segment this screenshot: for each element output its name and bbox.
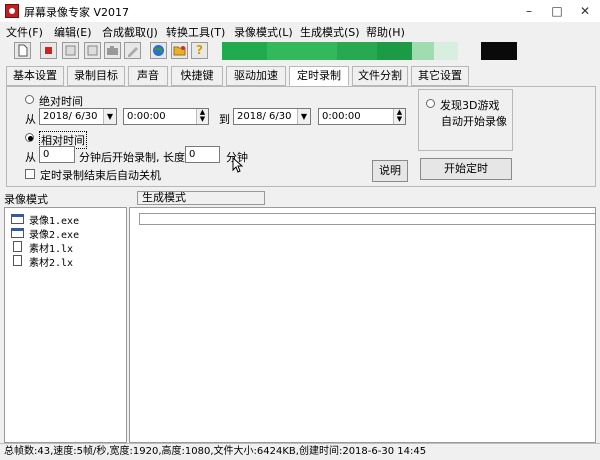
mouse-cursor-icon [232, 157, 244, 173]
menu-record-mode[interactable]: 录像模式(L) [234, 24, 293, 40]
pencil-icon[interactable] [124, 42, 141, 59]
document-icon [13, 241, 22, 252]
close-button[interactable]: ✕ [571, 0, 599, 22]
tab-basic-settings[interactable]: 基本设置 [6, 66, 64, 86]
rel-after-text: 分钟后开始录制, 长度 [79, 151, 185, 164]
record-mode-header: 录像模式 [4, 193, 48, 206]
chevron-down-icon[interactable]: ▼ [297, 109, 310, 124]
start-timer-button[interactable]: 开始定时 [420, 158, 512, 180]
window-icon[interactable] [62, 42, 79, 59]
record-icon[interactable] [40, 42, 57, 59]
menu-edit[interactable]: 编辑(E) [54, 24, 92, 40]
auto-record-label: 自动开始录像 [441, 115, 507, 128]
file-list-pane: 录像1.exe 录像2.exe 素材1.lx 素材2.lx [4, 207, 127, 443]
length-minutes-input[interactable]: 0 [185, 146, 220, 163]
help-icon[interactable]: ? [191, 42, 208, 59]
to-label: 到 [219, 113, 230, 126]
from-date-picker[interactable]: 2018/ 6/30 ▼ [39, 108, 117, 125]
tab-driver-accel[interactable]: 驱动加速 [226, 66, 286, 86]
auto-shutdown-label: 定时录制结束后自动关机 [40, 169, 161, 182]
exe-file-icon [11, 228, 24, 238]
generate-mode-pane [129, 207, 596, 443]
spinner-icon[interactable]: ▲ ▼ [196, 109, 208, 124]
from-time-input[interactable]: 0:00:00 ▲ ▼ [123, 108, 209, 125]
tab-record-target[interactable]: 录制目标 [67, 66, 125, 86]
absolute-time-radio[interactable] [25, 95, 34, 104]
tab-file-split[interactable]: 文件分割 [352, 66, 408, 86]
detect-3d-label: 发现3D游戏 [440, 99, 500, 112]
tab-other-settings[interactable]: 其它设置 [411, 66, 469, 86]
absolute-time-label: 绝对时间 [39, 95, 83, 108]
explain-button[interactable]: 说明 [372, 160, 408, 182]
minimize-button[interactable]: – [515, 0, 543, 22]
menu-convert[interactable]: 转换工具(T) [166, 24, 225, 40]
exe-file-icon [11, 214, 24, 224]
window-icon[interactable] [84, 42, 101, 59]
to-date-picker[interactable]: 2018/ 6/30 ▼ [233, 108, 311, 125]
folder-icon[interactable] [171, 42, 188, 59]
detect-3d-radio[interactable] [426, 99, 435, 108]
tab-hotkeys[interactable]: 快捷键 [171, 66, 223, 86]
tab-generate-mode[interactable]: 生成模式 [137, 191, 265, 205]
app-logo-icon [5, 4, 19, 18]
menu-bar: 文件(F) 编辑(E) 合成截取(J) 转换工具(T) 录像模式(L) 生成模式… [0, 22, 600, 40]
chevron-down-icon[interactable]: ▼ [103, 109, 116, 124]
menu-compose[interactable]: 合成截取(J) [102, 24, 158, 40]
tab-sound[interactable]: 声音 [128, 66, 168, 86]
menu-help[interactable]: 帮助(H) [366, 24, 405, 40]
spinner-icon[interactable]: ▲ ▼ [393, 109, 405, 124]
to-time-input[interactable]: 0:00:00 ▲ ▼ [318, 108, 406, 125]
auto-shutdown-checkbox[interactable] [25, 169, 35, 179]
maximize-button[interactable]: □ [543, 0, 571, 22]
menu-file[interactable]: 文件(F) [6, 24, 43, 40]
start-after-minutes-input[interactable]: 0 [39, 146, 75, 163]
new-file-icon[interactable] [14, 42, 31, 59]
camera-icon[interactable] [104, 42, 121, 59]
window-title: 屏幕录像专家 V2017 [24, 6, 130, 19]
globe-icon[interactable] [150, 42, 167, 59]
relative-time-radio[interactable] [25, 133, 34, 142]
from-label: 从 [25, 113, 36, 126]
generate-mode-field[interactable] [139, 213, 596, 225]
status-bar: 总帧数:43,速度:5帧/秒,宽度:1920,高度:1080,文件大小:6424… [0, 443, 600, 460]
document-icon [13, 255, 22, 266]
rel-from-label: 从 [25, 151, 36, 164]
recording-level-strip [222, 42, 458, 60]
preview-box [481, 42, 517, 60]
tab-timed-record[interactable]: 定时录制 [289, 66, 349, 86]
menu-generate-mode[interactable]: 生成模式(S) [300, 24, 360, 40]
title-bar: 屏幕录像专家 V2017 – □ ✕ [0, 0, 600, 22]
